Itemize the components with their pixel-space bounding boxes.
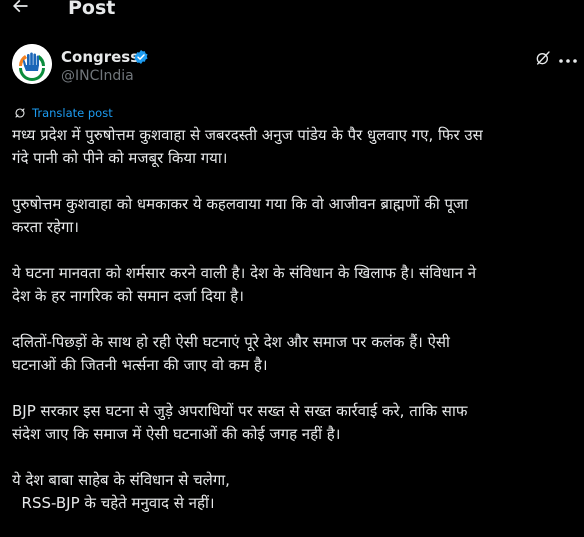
post-paragraph: दलितों-पिछड़ों के साथ हो रही ऐसी घटनाएं … <box>12 331 578 377</box>
post-paragraph: पुरुषोत्तम कुशवाहा को धमकाकर ये कहलवाया … <box>12 193 578 239</box>
post-line: ये घटना मानवता को शर्मसार करने वाली है। … <box>12 264 477 282</box>
post-line: मध्य प्रदेश में पुरुषोत्तम कुशवाहा से जब… <box>12 126 483 144</box>
post-line: BJP सरकार इस घटना से जुड़े अपराधियों पर … <box>12 402 468 420</box>
post-line: गंदे पानी को पीने को मजबूर किया गया। <box>12 149 228 167</box>
post-line: दलितों-पिछड़ों के साथ हो रही ऐसी घटनाएं … <box>12 333 450 351</box>
post-body: मध्य प्रदेश में पुरुषोत्तम कुशवाहा से जब… <box>12 124 578 515</box>
post-line: संदेश जाए कि समाज में ऐसी घटनाओं की कोई … <box>12 425 341 443</box>
more-options-button[interactable] <box>558 52 578 64</box>
post-paragraph: ये घटना मानवता को शर्मसार करने वाली है। … <box>12 262 578 308</box>
grok-button[interactable] <box>535 50 551 66</box>
arrow-left-icon <box>12 0 28 13</box>
verified-badge-icon <box>134 50 148 64</box>
post-line: RSS-BJP के चहेते मनुवाद से नहीं। <box>12 494 215 512</box>
top-bar: Post <box>0 0 584 22</box>
post-line: घटनाओं की जितनी भर्त्सना की जाए वो कम है… <box>12 356 268 374</box>
more-horizontal-icon <box>559 59 577 63</box>
author-name[interactable]: Congress <box>61 48 139 66</box>
congress-hand-logo <box>12 44 52 84</box>
avatar[interactable] <box>12 44 52 84</box>
post-line: देश के हर नागरिक को समान दर्जा दिया है। <box>12 287 244 305</box>
translate-label: Translate post <box>32 106 113 120</box>
post-paragraph: मध्य प्रदेश में पुरुषोत्तम कुशवाहा से जब… <box>12 124 578 170</box>
back-button[interactable] <box>10 0 34 20</box>
post-line: पुरुषोत्तम कुशवाहा को धमकाकर ये कहलवाया … <box>12 195 469 213</box>
translate-post-link[interactable]: Translate post <box>14 105 113 121</box>
page-title: Post <box>68 0 116 19</box>
translate-icon <box>15 108 25 118</box>
author-handle[interactable]: @INCIndia <box>61 67 134 85</box>
post-paragraph: BJP सरकार इस घटना से जुड़े अपराधियों पर … <box>12 400 578 446</box>
post-paragraph: ये देश बाबा साहेब के संविधान से चलेगा, R… <box>12 469 578 515</box>
grok-icon <box>536 51 550 65</box>
post-line: ये देश बाबा साहेब के संविधान से चलेगा, <box>12 471 230 489</box>
post-line: करता रहेगा। <box>12 218 79 236</box>
